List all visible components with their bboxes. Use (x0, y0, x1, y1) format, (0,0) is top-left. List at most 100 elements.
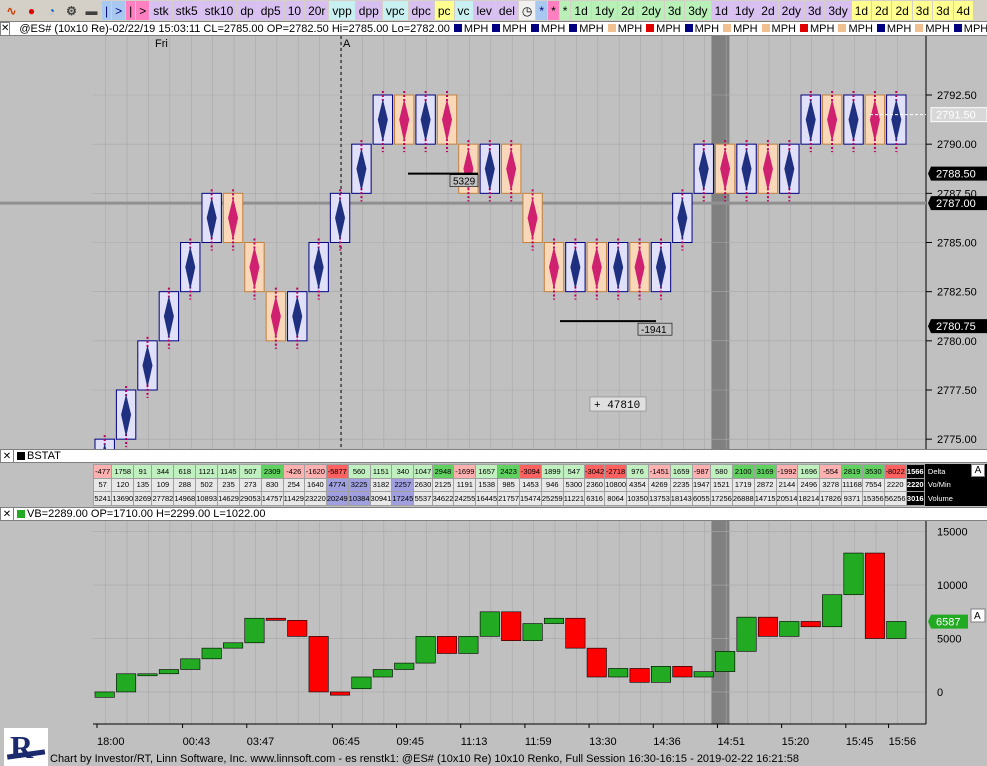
3d-y2-button[interactable]: 3d (933, 1, 953, 20)
pink-cursor-button[interactable]: | (126, 1, 136, 20)
wave-icon[interactable]: ∿ (2, 1, 21, 20)
2d-lilac-button[interactable]: 2d (758, 1, 778, 20)
stat-cell: 17245 (391, 491, 415, 506)
renko-brick-down (864, 91, 886, 153)
clock-button[interactable]: ◷ (518, 1, 536, 20)
upper-delta-label: 5329 (453, 177, 476, 188)
20r-button[interactable]: 20r (305, 1, 329, 20)
pc-button[interactable]: pc (434, 1, 454, 20)
vpp-button[interactable]: vpp (329, 1, 355, 20)
stat-cell: 3169 (753, 464, 777, 479)
volume-chart[interactable]: 15000 10000 5000 0 6587 A 18:00 00:43 03:47 06:45… (0, 521, 987, 752)
stat-cell: 14629 (217, 491, 240, 506)
stat-cell: -987 (691, 464, 711, 479)
stat-cell: 15474 (519, 491, 542, 506)
2d-y2-button[interactable]: 2d (892, 1, 912, 20)
3dy-lilac-button[interactable]: 3dy (825, 1, 851, 20)
volume-bar-up (94, 691, 115, 698)
2dy-button[interactable]: 2dy (638, 1, 664, 20)
2d-yellow-button[interactable]: 2d (872, 1, 892, 20)
renko-brick-down (543, 238, 565, 300)
legend-label: MPH (617, 22, 643, 35)
1d-button[interactable]: 1d (571, 1, 591, 20)
gear-icon[interactable]: ⚙ (62, 1, 81, 20)
stat-cell: 27782 (151, 491, 175, 506)
star-green-button[interactable]: * (559, 1, 571, 20)
renko-brick-up (329, 189, 351, 251)
close-volume-panel-button[interactable]: ✕ (0, 507, 14, 521)
legend-swatch (492, 23, 501, 32)
stat-cell: 1640 (303, 477, 327, 492)
dpc-button[interactable]: dpc (408, 1, 434, 20)
time-tick-label: 18:00 (97, 736, 125, 748)
volume-bar-up (822, 594, 843, 628)
time-tick-label: 03:47 (247, 736, 275, 748)
volume-bar-down (330, 691, 351, 696)
legend-label: MPH (656, 22, 681, 35)
legend-label: MPH (886, 22, 912, 35)
dp5-button[interactable]: dp5 (257, 1, 284, 20)
time-tick-label: 11:13 (461, 736, 488, 748)
price-chart[interactable]: 2792.502790.002787.502785.002782.502780.… (0, 36, 987, 449)
stat-autoscale-button[interactable]: A (971, 464, 985, 477)
stat-cell: 946 (540, 477, 564, 492)
renko-brick-down (586, 238, 607, 300)
stat-cell: 34622 (431, 491, 455, 506)
stat-cell: 3530 (861, 464, 885, 479)
2dy-lilac-button[interactable]: 2dy (778, 1, 804, 20)
svg-text:2788.50: 2788.50 (936, 169, 976, 181)
1d-lilac-button[interactable]: 1d (711, 1, 731, 20)
time-tick-label: 11:59 (525, 736, 552, 748)
pink-next-button[interactable]: > (136, 1, 150, 20)
stk10-button[interactable]: stk10 (201, 1, 237, 20)
dp-button[interactable]: dp (237, 1, 257, 20)
stk5-button[interactable]: stk5 (172, 1, 201, 20)
del-button[interactable]: del (495, 1, 518, 20)
volume-bar-up (522, 623, 543, 641)
renko-brick-up (607, 238, 629, 300)
1d-yellow-button[interactable]: 1d (851, 1, 872, 20)
legend-label: MPH (463, 22, 489, 35)
vpc-button[interactable]: vpc (382, 1, 408, 20)
renko-brick-down (757, 140, 779, 202)
renko-brick-up (565, 238, 586, 300)
stat-cell: 2144 (775, 477, 799, 492)
trash-icon[interactable]: ▬ (82, 1, 101, 20)
1dy-button[interactable]: 1dy (591, 1, 618, 20)
lev-button[interactable]: lev (473, 1, 495, 20)
1dy-lilac-button[interactable]: 1dy (731, 1, 758, 20)
legend-label: MPH (579, 22, 604, 35)
stat-cell: 13753 (647, 491, 671, 506)
4d-yellow-button[interactable]: 4d (953, 1, 973, 20)
refresh-icon[interactable]: ◔ (42, 1, 61, 20)
stat-cell: 1657 (475, 464, 499, 479)
stat-cell: 3269 (133, 491, 153, 506)
star-blue-button[interactable]: * (536, 1, 548, 20)
stat-cell: -477 (92, 464, 113, 479)
record-icon[interactable]: ● (22, 1, 41, 20)
stk-button[interactable]: stk (150, 1, 172, 20)
close-stat-panel-button[interactable]: ✕ (0, 449, 14, 463)
close-price-panel-button[interactable]: ✕ (0, 22, 11, 35)
2d-button[interactable]: 2d (618, 1, 638, 20)
stat-cell: 13690 (111, 491, 135, 506)
vc-button[interactable]: vc (454, 1, 473, 20)
star-pink-button[interactable]: * (548, 1, 559, 20)
dpp-button[interactable]: dpp (355, 1, 382, 20)
3d-button[interactable]: 3d (664, 1, 685, 20)
volume-bar-up (201, 647, 222, 660)
stat-cell: 560 (347, 464, 371, 479)
legend-label: MPH (540, 22, 566, 35)
3dy-button[interactable]: 3dy (685, 1, 711, 20)
volume-autoscale-button[interactable]: A (970, 608, 986, 623)
3d-lilac-button[interactable]: 3d (805, 1, 825, 20)
10-button[interactable]: 10 (284, 1, 305, 20)
3d-yellow-button[interactable]: 3d (912, 1, 933, 20)
stat-cell: 547 (562, 464, 586, 479)
legend-swatch (838, 23, 847, 32)
cursor-button[interactable]: | (102, 1, 112, 20)
price-tag: 2787.00 (928, 196, 987, 211)
stat-cell: 830 (260, 477, 284, 492)
stat-cell: 10350 (626, 491, 649, 506)
next-button[interactable]: > (112, 1, 126, 20)
